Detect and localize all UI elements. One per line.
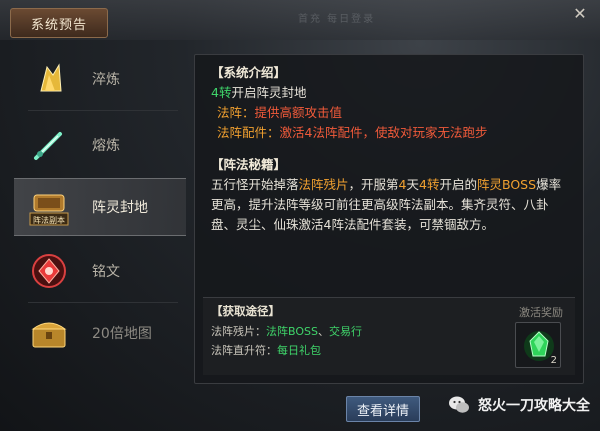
red-rune-icon — [28, 250, 70, 292]
secret-fragment: 法阵残片 — [298, 177, 349, 192]
reward-item-count: 2 — [550, 355, 557, 366]
sidebar-item-label: 20倍地图 — [92, 326, 152, 342]
secret-paragraph: 五行怪开始掉落法阵残片，开服第4天4转开启的阵灵BOSS爆率更高，提升法阵等级可… — [211, 175, 571, 235]
treasure-chest-icon — [28, 312, 70, 354]
sidebar: 淬炼 熔炼 阵法副本 阵灵封地 铭文 20倍地图 — [14, 42, 186, 362]
intro-line-2-label: 法阵： — [217, 105, 255, 120]
reward-box: 【获取途径】 法阵残片：法阵BOSS、交易行 法阵直升符：每日礼包 激活奖励 2 — [203, 297, 575, 375]
secret-turn: 4转 — [419, 177, 440, 192]
secret-text-5: 天 — [406, 177, 420, 192]
sidebar-item-cuilian[interactable]: 淬炼 — [14, 50, 186, 108]
intro-line-3: 法阵配件：激活4法阵配件，使敌对玩家无法跑步 — [211, 123, 571, 143]
formation-chest-icon: 阵法副本 — [28, 186, 70, 228]
sidebar-item-ronglian[interactable]: 熔炼 — [14, 116, 186, 174]
window-title: 系统预告 — [10, 8, 108, 38]
link-separator: 、 — [317, 325, 329, 338]
system-intro: 【系统介绍】 4转开启阵灵封地 法阵：提供高额攻击值 法阵配件：激活4法阵配件，… — [211, 63, 571, 143]
sidebar-item-label: 阵灵封地 — [92, 200, 148, 216]
jade-sword-icon — [28, 124, 70, 166]
intro-turn-number: 4转 — [211, 85, 232, 100]
divider — [28, 110, 178, 111]
acquire-row-label: 法阵直升符： — [211, 344, 277, 357]
wechat-icon — [449, 396, 469, 413]
content-panel: 【系统介绍】 4转开启阵灵封地 法阵：提供高额攻击值 法阵配件：激活4法阵配件，… — [194, 54, 584, 384]
watermark: 怒火一刀攻略大全 — [448, 392, 590, 418]
secret-day-number: 4 — [398, 177, 407, 192]
formation-chest-icon-caption: 阵法副本 — [33, 215, 65, 225]
intro-line-1-text: 开启阵灵封地 — [231, 85, 307, 100]
link-formation-boss[interactable]: 法阵BOSS — [266, 325, 318, 338]
gold-crystal-icon — [28, 58, 70, 100]
divider — [28, 302, 178, 303]
acquire-row-fragment: 法阵残片：法阵BOSS、交易行 — [211, 323, 362, 339]
sidebar-item-label: 淬炼 — [92, 72, 120, 88]
sidebar-item-label: 熔炼 — [92, 138, 120, 154]
sidebar-item-map20[interactable]: 20倍地图 — [14, 304, 186, 362]
acquire-row-label: 法阵残片： — [211, 325, 266, 338]
view-details-button[interactable]: 查看详情 — [346, 396, 420, 422]
formation-secret: 【阵法秘籍】 五行怪开始掉落法阵残片，开服第4天4转开启的阵灵BOSS爆率更高，… — [211, 155, 571, 235]
reward-item-slot[interactable]: 2 — [515, 322, 561, 368]
link-daily-gift[interactable]: 每日礼包 — [277, 344, 321, 357]
secret-heading: 【阵法秘籍】 — [211, 157, 287, 172]
acquire-row-upgrade: 法阵直升符：每日礼包 — [211, 342, 321, 358]
intro-line-3-label: 法阵配件： — [217, 125, 280, 140]
sidebar-item-zhenling[interactable]: 阵法副本 阵灵封地 — [14, 178, 186, 236]
background-menu-text: 首充 每日登录 — [298, 14, 376, 25]
intro-line-3-value: 激活4法阵配件，使敌对玩家无法跑步 — [279, 125, 488, 140]
close-button[interactable]: ✕ — [570, 4, 590, 24]
secret-text-1: 五行怪开始掉落 — [211, 177, 299, 192]
sidebar-item-mingwen[interactable]: 铭文 — [14, 242, 186, 300]
watermark-text: 怒火一刀攻略大全 — [478, 398, 590, 414]
intro-line-2: 法阵：提供高额攻击值 — [211, 103, 571, 123]
intro-heading: 【系统介绍】 — [211, 65, 287, 80]
secret-boss: 阵灵BOSS — [476, 177, 537, 192]
link-trading-house[interactable]: 交易行 — [329, 325, 362, 338]
intro-line-2-value: 提供高额攻击值 — [254, 105, 343, 120]
acquire-heading: 【获取途径】 — [211, 304, 280, 318]
sidebar-item-label: 铭文 — [92, 264, 120, 280]
secret-text-3: ，开服第 — [348, 177, 399, 192]
activate-reward-title: 激活奖励 — [519, 306, 563, 319]
intro-line-1: 4转开启阵灵封地 — [211, 83, 571, 103]
secret-text-7: 开启的 — [439, 177, 477, 192]
